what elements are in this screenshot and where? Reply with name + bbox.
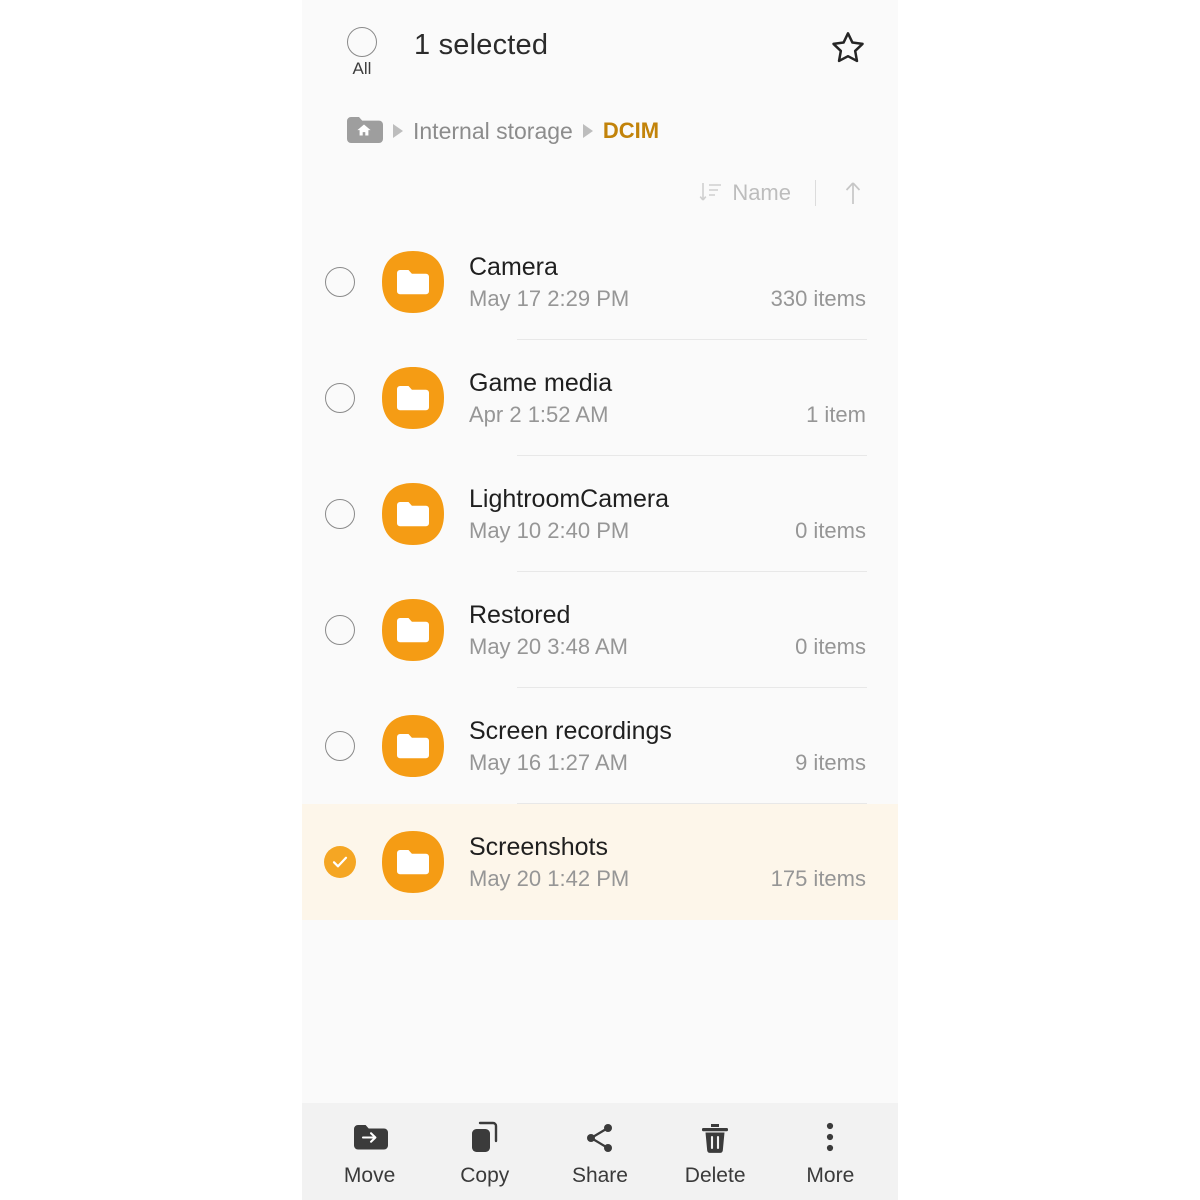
chevron-right-icon <box>582 124 593 138</box>
circle-unchecked-icon[interactable] <box>325 731 355 761</box>
folder-icon <box>378 248 448 316</box>
folder-date: May 17 2:29 PM <box>469 285 630 311</box>
row-text: Camera May 17 2:29 PM 330 items <box>448 252 898 312</box>
row-checkbox[interactable] <box>302 499 378 529</box>
table-row[interactable]: Game media Apr 2 1:52 AM 1 item <box>302 340 898 456</box>
more-label: More <box>806 1163 855 1187</box>
select-all-checkbox[interactable]: All <box>344 27 380 77</box>
row-checkbox[interactable] <box>302 267 378 297</box>
breadcrumb: Internal storage DCIM <box>302 100 898 162</box>
folder-move-icon <box>352 1118 388 1158</box>
file-manager-screen: All 1 selected Internal storage DCIM Nam… <box>302 0 898 1200</box>
move-label: Move <box>343 1163 396 1187</box>
more-button[interactable]: More <box>778 1112 883 1192</box>
table-row[interactable]: Screen recordings May 16 1:27 AM 9 items <box>302 688 898 804</box>
folder-icon <box>378 480 448 548</box>
sort-field-label[interactable]: Name <box>732 180 791 206</box>
more-vertical-icon <box>823 1118 837 1158</box>
star-outline-icon <box>832 32 864 63</box>
folder-date: May 16 1:27 AM <box>469 749 628 775</box>
folder-name: Camera <box>469 253 558 282</box>
delete-label: Delete <box>684 1163 746 1187</box>
sort-direction-button[interactable] <box>840 178 866 208</box>
row-text: Screen recordings May 16 1:27 AM 9 items <box>448 716 898 776</box>
check-icon <box>332 856 348 868</box>
breadcrumb-home-button[interactable] <box>345 115 383 148</box>
breadcrumb-item-dcim[interactable]: DCIM <box>603 118 659 144</box>
folder-name: Screenshots <box>469 833 608 862</box>
sort-descending-icon[interactable] <box>698 180 724 206</box>
row-checkbox[interactable] <box>302 383 378 413</box>
table-row[interactable]: LightroomCamera May 10 2:40 PM 0 items <box>302 456 898 572</box>
folder-date: May 20 1:42 PM <box>469 865 630 891</box>
folder-icon <box>378 712 448 780</box>
breadcrumb-item-internal-storage[interactable]: Internal storage <box>413 118 573 145</box>
selection-header: All 1 selected <box>302 0 898 100</box>
folder-date: May 20 3:48 AM <box>469 633 628 659</box>
folder-name: Game media <box>469 369 613 398</box>
folder-item-count: 1 item <box>806 401 866 427</box>
share-button[interactable]: Share <box>547 1112 652 1192</box>
folder-item-count: 175 items <box>770 865 866 891</box>
copy-label: Copy <box>460 1163 510 1187</box>
folder-name: Restored <box>469 601 571 630</box>
row-text: Restored May 20 3:48 AM 0 items <box>448 600 898 660</box>
row-meta: Apr 2 1:52 AM 1 item <box>469 402 866 428</box>
page-title: 1 selected <box>414 29 549 61</box>
folder-item-count: 0 items <box>795 633 866 659</box>
circle-unchecked-icon[interactable] <box>325 267 355 297</box>
table-row[interactable]: Restored May 20 3:48 AM 0 items <box>302 572 898 688</box>
sort-divider <box>815 180 816 206</box>
breadcrumb-separator <box>383 122 413 140</box>
sort-bar: Name <box>302 162 898 224</box>
row-checkbox[interactable] <box>302 615 378 645</box>
select-all-label: All <box>352 59 372 78</box>
folder-name: LightroomCamera <box>469 485 670 514</box>
folder-date: May 10 2:40 PM <box>469 517 630 543</box>
share-icon <box>583 1118 617 1158</box>
circle-unchecked-icon[interactable] <box>325 499 355 529</box>
chevron-right-icon <box>393 124 403 138</box>
row-text: Screenshots May 20 1:42 PM 175 items <box>448 832 898 892</box>
folder-name: Screen recordings <box>469 717 672 746</box>
row-meta: May 20 1:42 PM 175 items <box>469 866 866 892</box>
folder-list: Camera May 17 2:29 PM 330 items Game med <box>302 224 898 1103</box>
copy-button[interactable]: Copy <box>432 1112 537 1192</box>
table-row-selected[interactable]: Screenshots May 20 1:42 PM 175 items <box>302 804 898 920</box>
folder-icon <box>378 828 448 896</box>
row-checkbox[interactable] <box>302 731 378 761</box>
trash-icon <box>699 1118 731 1158</box>
row-checkbox-checked[interactable] <box>302 846 378 878</box>
row-meta: May 16 1:27 AM 9 items <box>469 750 866 776</box>
row-meta: May 20 3:48 AM 0 items <box>469 634 866 660</box>
breadcrumb-separator <box>573 122 603 140</box>
favorite-button[interactable] <box>826 26 870 70</box>
folder-date: Apr 2 1:52 AM <box>469 401 609 427</box>
circle-unchecked-icon[interactable] <box>347 27 377 57</box>
move-button[interactable]: Move <box>317 1112 422 1192</box>
share-label: Share <box>571 1163 628 1187</box>
row-text: LightroomCamera May 10 2:40 PM 0 items <box>448 484 898 544</box>
folder-item-count: 9 items <box>795 749 866 775</box>
circle-checked-icon[interactable] <box>324 846 356 878</box>
folder-icon <box>378 364 448 432</box>
delete-button[interactable]: Delete <box>663 1112 768 1192</box>
table-row[interactable]: Camera May 17 2:29 PM 330 items <box>302 224 898 340</box>
circle-unchecked-icon[interactable] <box>325 383 355 413</box>
arrow-up-icon <box>845 182 861 204</box>
circle-unchecked-icon[interactable] <box>325 615 355 645</box>
folder-item-count: 330 items <box>770 285 866 311</box>
action-toolbar: Move Copy Share Delete More <box>302 1103 898 1200</box>
folder-icon <box>378 596 448 664</box>
row-text: Game media Apr 2 1:52 AM 1 item <box>448 368 898 428</box>
copy-icon <box>469 1118 501 1158</box>
home-folder-icon <box>347 116 383 143</box>
folder-item-count: 0 items <box>795 517 866 543</box>
row-meta: May 10 2:40 PM 0 items <box>469 518 866 544</box>
row-meta: May 17 2:29 PM 330 items <box>469 286 866 312</box>
